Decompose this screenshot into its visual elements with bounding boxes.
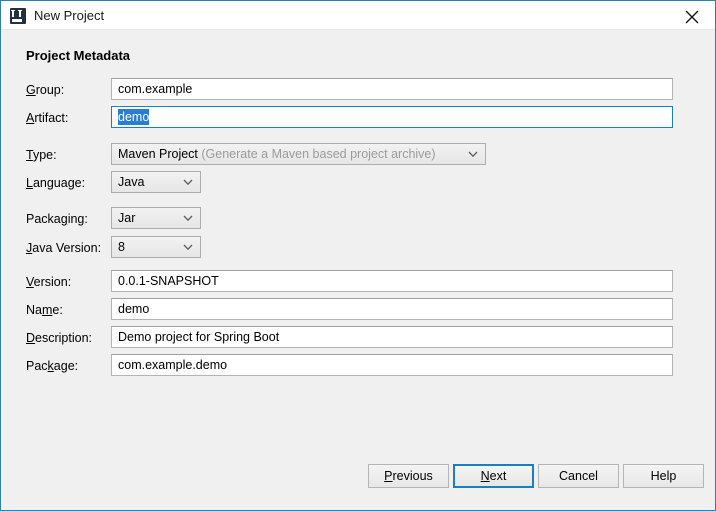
close-icon[interactable] (669, 1, 715, 29)
type-combobox[interactable]: Maven Project (Generate a Maven based pr… (111, 143, 486, 165)
help-button[interactable]: Help (623, 464, 704, 488)
label-language: Language: (26, 176, 86, 190)
chevron-down-icon (468, 151, 478, 158)
description-input[interactable]: Demo project for Spring Boot (111, 326, 673, 348)
title-bar: New Project (1, 1, 715, 30)
label-java-version: Java Version: (26, 241, 102, 255)
label-version: Version: (26, 275, 72, 289)
packaging-combobox[interactable]: Jar (111, 207, 201, 229)
label-artifact: Artifact: (26, 111, 69, 125)
chevron-down-icon (183, 179, 193, 186)
previous-button[interactable]: Previous (368, 464, 449, 488)
new-project-dialog: New Project Project Metadata Group: com.… (0, 0, 716, 511)
java-version-combobox[interactable]: 8 (111, 236, 201, 258)
page-title: Project Metadata (26, 48, 131, 63)
language-combobox[interactable]: Java (111, 171, 201, 193)
label-type: Type: (26, 148, 57, 162)
label-description: Description: (26, 331, 93, 345)
name-input[interactable]: demo (111, 298, 673, 320)
window-title: New Project (34, 8, 105, 23)
intellij-idea-icon (10, 8, 26, 24)
cancel-button[interactable]: Cancel (538, 464, 619, 488)
label-package: Package: (26, 359, 79, 373)
dialog-content: Project Metadata Group: com.example Arti… (1, 30, 715, 510)
version-input[interactable]: 0.0.1-SNAPSHOT (111, 270, 673, 292)
label-group: Group: (26, 83, 65, 97)
chevron-down-icon (183, 215, 193, 222)
label-name: Name: (26, 303, 63, 317)
artifact-input[interactable]: demo (111, 106, 673, 128)
next-button[interactable]: Next (453, 464, 534, 488)
package-input[interactable]: com.example.demo (111, 354, 673, 376)
label-packaging: Packaging: (26, 212, 88, 226)
group-input[interactable]: com.example (111, 78, 673, 100)
chevron-down-icon (183, 244, 193, 251)
